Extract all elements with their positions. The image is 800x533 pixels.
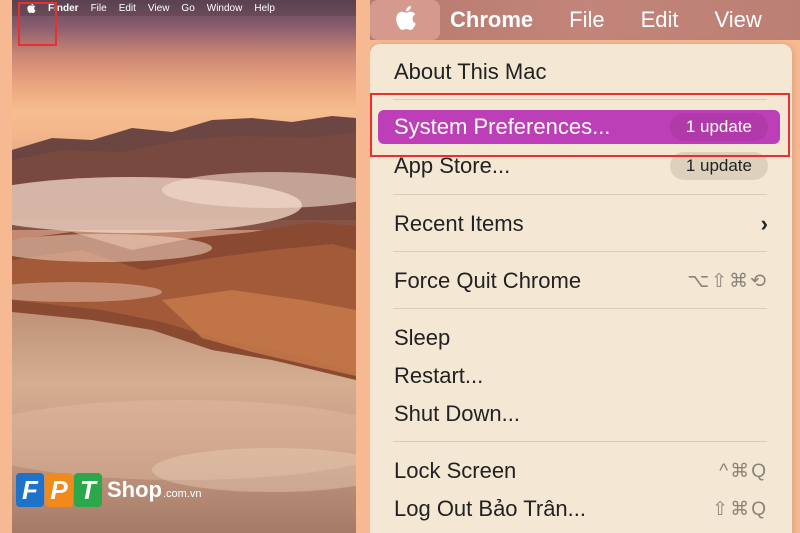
menu-item-force-quit[interactable]: Force Quit Chrome ⌥⇧⌘⟲ (394, 263, 768, 299)
menu-item-sleep[interactable]: Sleep (394, 320, 768, 356)
menu-view[interactable]: View (715, 7, 762, 33)
desktop-menubar: Finder File Edit View Go Window Help (12, 0, 356, 16)
keyboard-shortcut: ⇧⌘Q (712, 498, 768, 520)
menu-file[interactable]: File (569, 7, 604, 33)
menu-item-label: Sleep (394, 325, 451, 350)
menu-item-restart[interactable]: Restart... (394, 358, 768, 394)
menu-chrome[interactable]: Chrome (450, 7, 533, 33)
menu-item-label: Recent Items (394, 211, 524, 236)
logo-letter-p: P (45, 473, 73, 507)
fpt-shop-logo: F P T Shop .com.vn (16, 468, 202, 512)
desktop-menu-help[interactable]: Help (254, 3, 275, 14)
menu-item-label: About This Mac (394, 59, 547, 84)
menu-item-log-out[interactable]: Log Out Bảo Trân... ⇧⌘Q (394, 491, 768, 527)
logo-letter-f: F (16, 473, 44, 507)
apple-menu-button[interactable] (370, 0, 440, 40)
apple-icon (393, 4, 417, 37)
menu-item-recent-items[interactable]: Recent Items › (394, 206, 768, 242)
menu-item-label: Lock Screen (394, 458, 517, 483)
system-preferences-callout (370, 93, 790, 157)
chevron-right-icon: › (760, 211, 768, 236)
menubar: Chrome File Edit View (370, 0, 800, 40)
desktop-menu-view[interactable]: View (148, 3, 170, 14)
menu-separator (393, 441, 767, 442)
apple-menu-callout (18, 2, 57, 46)
desktop-menu-edit[interactable]: Edit (119, 3, 136, 14)
big-sur-wallpaper (12, 116, 356, 492)
desktop-menu-go[interactable]: Go (181, 3, 194, 14)
menu-separator (393, 194, 767, 195)
desktop-menu-file[interactable]: File (91, 3, 107, 14)
menu-item-label: Log Out Bảo Trân... (394, 496, 587, 521)
menu-separator (393, 251, 767, 252)
menu-item-label: Restart... (394, 363, 484, 388)
apple-menu-panel: Chrome File Edit View About This Mac Sys… (370, 0, 800, 533)
keyboard-shortcut: ⌥⇧⌘⟲ (687, 270, 768, 292)
menu-edit[interactable]: Edit (641, 7, 679, 33)
logo-letter-t: T (74, 473, 102, 507)
logo-shop-text: Shop (107, 477, 162, 502)
menu-item-about-this-mac[interactable]: About This Mac (394, 54, 768, 90)
menu-item-shut-down[interactable]: Shut Down... (394, 396, 768, 432)
menu-item-label: Shut Down... (394, 401, 520, 426)
menu-item-lock-screen[interactable]: Lock Screen ^⌘Q (394, 453, 768, 489)
menu-item-label: Force Quit Chrome (394, 268, 582, 293)
logo-domain-text: .com.vn (163, 488, 202, 500)
desktop-panel: Finder File Edit View Go Window Help F P… (12, 0, 356, 533)
menu-separator (393, 308, 767, 309)
desktop-menu-window[interactable]: Window (207, 3, 243, 14)
keyboard-shortcut: ^⌘Q (719, 460, 768, 482)
